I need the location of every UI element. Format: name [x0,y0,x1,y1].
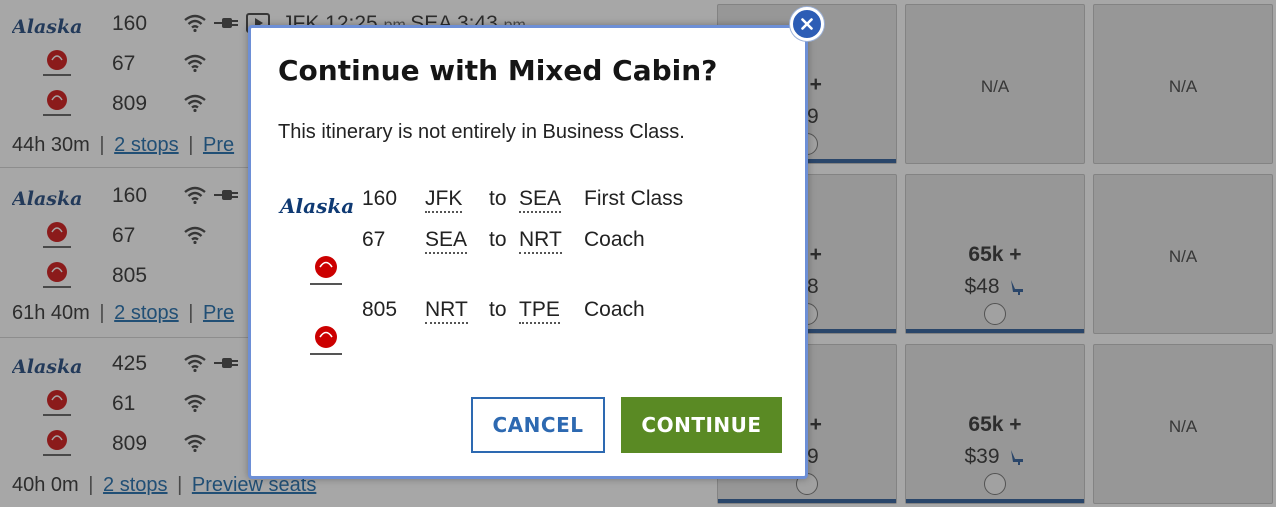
itinerary-segment: 67 SEA to NRT Coach [278,228,778,288]
continue-button[interactable]: CONTINUE [621,397,782,453]
segment-cabin: Coach [584,228,645,251]
segment-to: to [489,228,507,251]
segment-to: to [489,298,507,321]
dialog-title: Continue with Mixed Cabin? [278,54,718,87]
segment-origin[interactable]: JFK [425,187,463,213]
segment-destination[interactable]: SEA [519,187,562,213]
itinerary-segment: 805 NRT to TPE Coach [278,298,778,358]
segment-cabin: First Class [584,187,684,210]
segment-destination[interactable]: NRT [519,228,562,254]
segment-cabin: Coach [584,298,645,321]
close-dialog-button[interactable]: x [790,7,824,41]
segment-origin[interactable]: SEA [425,228,468,254]
cancel-button[interactable]: CANCEL [471,397,605,453]
segment-flight-number: 805 [362,298,398,321]
svg-text:Alaska: Alaska [278,194,354,218]
mixed-cabin-dialog: Continue with Mixed Cabin? This itinerar… [248,25,808,479]
segment-flight-number: 67 [362,228,386,251]
japan-airlines-logo [310,256,342,285]
alaska-airlines-logo: Alaska [278,194,354,218]
segment-destination[interactable]: TPE [519,298,560,324]
segment-to: to [489,187,507,210]
dialog-message: This itinerary is not entirely in Busine… [278,121,685,143]
japan-airlines-logo [310,326,342,355]
close-icon [801,18,813,30]
segment-flight-number: 160 [362,187,398,210]
segment-origin[interactable]: NRT [425,298,468,324]
